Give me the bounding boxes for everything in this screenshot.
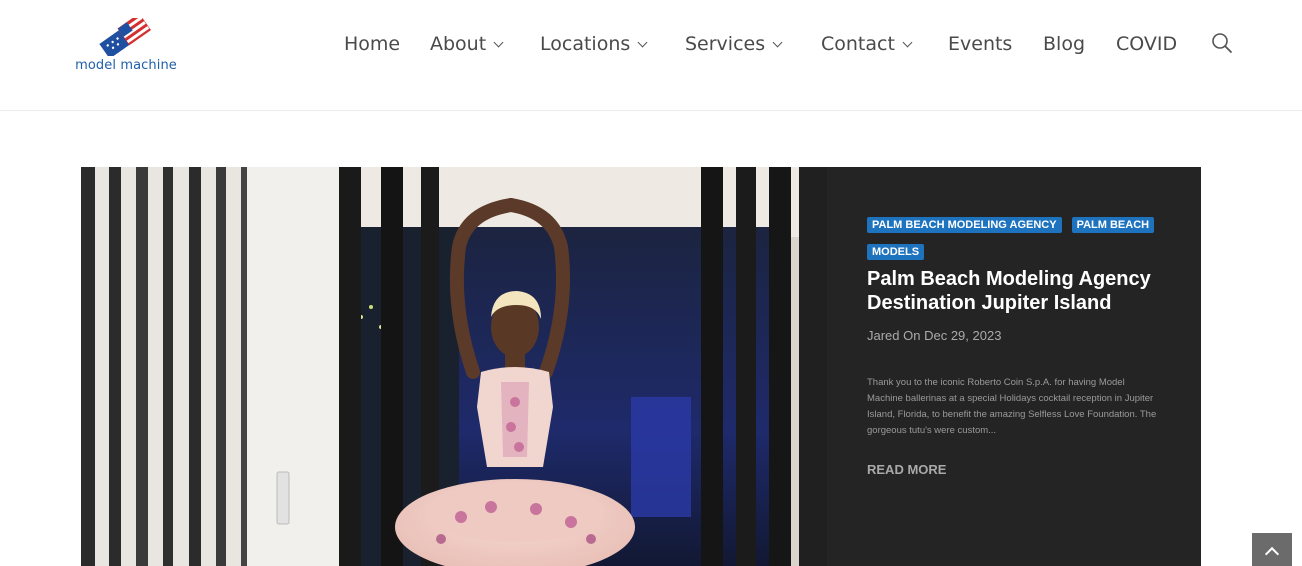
- nav-item-label: Events: [948, 33, 1013, 55]
- nav-item-label: Home: [344, 33, 401, 55]
- nav-item-label: COVID: [1116, 33, 1178, 55]
- nav-item-label: Blog: [1043, 33, 1085, 55]
- nav-item-covid[interactable]: COVID: [1116, 31, 1177, 57]
- post-meta: Jared On Dec 29, 2023: [867, 328, 1002, 343]
- chevron-down-icon: [637, 37, 648, 48]
- nav-item-label: About: [430, 33, 487, 55]
- nav-item-contact[interactable]: Contact: [821, 31, 913, 57]
- nav-item-locations[interactable]: Locations: [540, 31, 648, 57]
- nav-item-events[interactable]: Events: [948, 31, 1012, 57]
- site-logo[interactable]: model machine: [72, 18, 180, 76]
- chevron-down-icon: [772, 37, 783, 48]
- featured-post-image[interactable]: [81, 167, 827, 566]
- nav-item-home[interactable]: Home: [344, 31, 400, 57]
- nav-item-label: Locations: [540, 33, 631, 55]
- post-excerpt: Thank you to the iconic Roberto Coin S.p…: [867, 377, 1157, 436]
- nav-item-label: Services: [685, 33, 766, 55]
- scroll-to-top-button[interactable]: [1252, 533, 1292, 566]
- featured-post: PALM BEACH MODELING AGENCY PALM BEACH MOD…: [81, 167, 1201, 566]
- flag-logo-icon: [99, 18, 151, 56]
- chevron-down-icon: [902, 37, 913, 48]
- nav-item-label: Contact: [821, 33, 895, 55]
- site-header: model machine Home About Locations Servi…: [0, 0, 1302, 111]
- tag-link[interactable]: PALM BEACH MODELING AGENCY: [867, 217, 1062, 233]
- featured-post-panel: PALM BEACH MODELING AGENCY PALM BEACH MOD…: [827, 167, 1201, 566]
- search-icon: [1212, 33, 1232, 53]
- ballerina-photo: [81, 167, 827, 566]
- post-title[interactable]: Palm Beach Modeling Agency Destination J…: [867, 267, 1187, 315]
- chevron-up-icon: [1264, 546, 1280, 562]
- nav-item-blog[interactable]: Blog: [1043, 31, 1085, 57]
- read-more-link[interactable]: READ MORE: [867, 462, 946, 477]
- nav-item-services[interactable]: Services: [685, 31, 783, 57]
- post-tags: PALM BEACH MODELING AGENCY PALM BEACH MOD…: [867, 211, 1167, 265]
- logo-text: model machine: [75, 58, 177, 73]
- chevron-down-icon: [493, 37, 504, 48]
- nav-item-about[interactable]: About: [430, 31, 504, 57]
- search-button[interactable]: [1210, 31, 1234, 55]
